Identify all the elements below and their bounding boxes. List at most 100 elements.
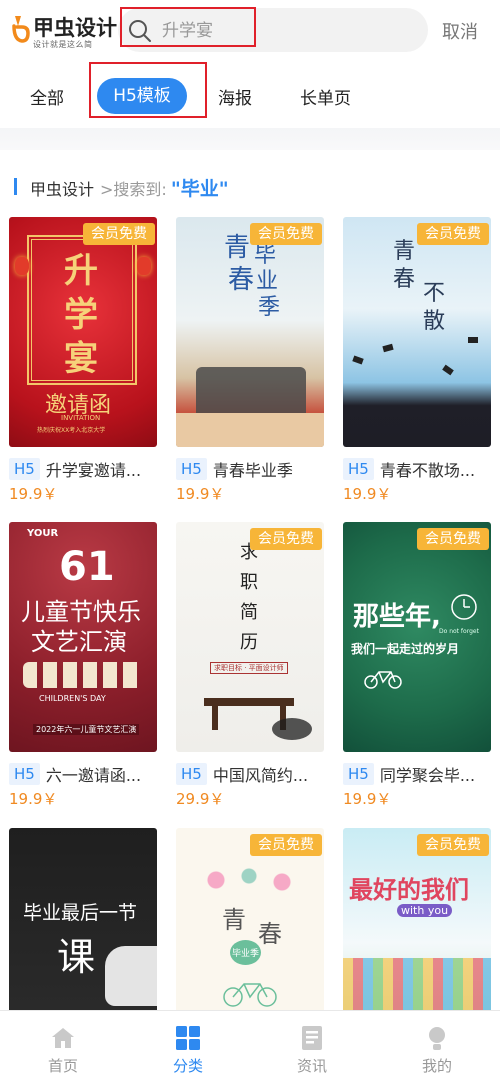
logo-name: 甲虫设计 <box>33 16 117 40</box>
nav-profile[interactable]: 我的 <box>387 1011 487 1082</box>
poster-seal: 毕业季 <box>230 940 262 965</box>
poster-title-char: 职 <box>240 572 258 593</box>
poster-title: 毕业最后一节 <box>23 902 138 924</box>
member-free-badge: 会员免费 <box>250 223 322 245</box>
category-tabs: 全部 海报 长单页 <box>0 62 500 128</box>
app-page: 甲虫设计 设计就是这么简 取消 全部 海报 长单页 H5模板 甲虫设计>搜索到:… <box>0 0 500 1082</box>
poster-caption: INVITATION <box>61 414 101 422</box>
template-meta: H5 同学聚会毕... <box>343 762 500 786</box>
breadcrumb: 甲虫设计 >搜索到: "毕业" <box>30 174 229 201</box>
template-price: 19.9￥ <box>9 790 58 808</box>
poster-caption: CHILDREN'S DAY <box>39 694 106 703</box>
ink-splash <box>272 718 312 740</box>
template-price: 19.9￥ <box>343 485 392 503</box>
poster-title: 那些年, <box>353 602 441 632</box>
nav-profile-label: 我的 <box>421 1057 452 1075</box>
breadcrumb-site[interactable]: 甲虫设计 <box>30 180 94 199</box>
template-meta: H5 青春不散场... <box>343 457 500 481</box>
lantern-icon <box>15 257 29 275</box>
poster-title-char: 春 <box>228 265 255 295</box>
template-price: 19.9￥ <box>176 485 225 503</box>
cap-icon <box>352 355 364 365</box>
cap-icon <box>382 343 394 353</box>
member-free-badge: 会员免费 <box>417 528 489 550</box>
hand-holding-photo <box>176 413 324 447</box>
template-meta: H5 青春毕业季 <box>176 457 336 481</box>
poster-subtitle: 我们一起走过的岁月 <box>351 642 460 656</box>
member-free-badge: 会员免费 <box>83 223 155 245</box>
template-price: 29.9￥ <box>176 790 225 808</box>
lantern-icon <box>137 257 151 275</box>
poster-title-char: 青 <box>222 906 246 934</box>
home-icon <box>52 1028 74 1048</box>
template-title[interactable]: 青春不散场... <box>380 457 475 481</box>
logo[interactable]: 甲虫设计 设计就是这么简 <box>12 12 117 52</box>
colorful-banner <box>343 958 491 1010</box>
nav-news-label: 资讯 <box>296 1057 327 1075</box>
template-meta: H5 中国风简约... <box>176 762 336 786</box>
desk-leg <box>212 706 218 730</box>
logo-slogan: 设计就是这么简 <box>33 40 93 49</box>
poster-title-char: 宴 <box>64 339 98 379</box>
poster-title-char: 季 <box>258 295 281 320</box>
bottom-nav: 首页 分类 资讯 我的 <box>0 1010 500 1082</box>
tab-all[interactable]: 全部 <box>30 84 64 109</box>
search-highlight-outline <box>120 7 256 47</box>
poster-title: 最好的我们 <box>349 876 469 904</box>
tab-long-page[interactable]: 长单页 <box>300 84 351 109</box>
cap-icon <box>468 337 478 343</box>
tab-poster[interactable]: 海报 <box>218 84 252 109</box>
poster-subtitle: with you <box>397 904 453 917</box>
type-tag: H5 <box>343 763 374 785</box>
tab-highlight-outline <box>89 62 207 118</box>
nav-home[interactable]: 首页 <box>13 1011 113 1082</box>
bicycle-icon <box>223 983 277 1007</box>
template-title[interactable]: 同学聚会毕... <box>380 762 475 786</box>
poster-title: 61 <box>59 544 115 590</box>
poster-title-char: 春 <box>393 267 416 292</box>
type-tag: H5 <box>9 458 40 480</box>
member-free-badge: 会员免费 <box>417 834 489 856</box>
floral-wreath <box>194 860 304 900</box>
template-thumbnail[interactable]: 那些年, 我们一起走过的岁月 Do not forget 会员免费 <box>343 522 491 752</box>
desk-top <box>204 698 294 706</box>
template-thumbnail[interactable]: YOUR 61 儿童节快乐 文艺汇演 CHILDREN'S DAY 2022年六… <box>9 522 157 752</box>
breadcrumb-marker <box>14 178 17 195</box>
bicycle-icon <box>364 671 402 689</box>
template-price: 19.9￥ <box>9 485 58 503</box>
type-tag: H5 <box>176 458 207 480</box>
nav-home-label: 首页 <box>47 1057 78 1075</box>
nav-category[interactable]: 分类 <box>138 1011 238 1082</box>
type-tag: H5 <box>176 763 207 785</box>
nav-news[interactable]: 资讯 <box>262 1011 362 1082</box>
news-icon <box>302 1026 322 1050</box>
poster-title-char: 升 <box>64 251 98 291</box>
grid-icon <box>176 1026 200 1050</box>
poster-title: 文艺汇演 <box>31 628 127 656</box>
template-thumbnail[interactable]: 升 学 宴 邀请函 INVITATION 热烈庆祝XX考入北京大学 会员免费 <box>9 217 157 447</box>
type-tag: H5 <box>343 458 374 480</box>
cartoon-children <box>23 662 143 688</box>
section-divider <box>0 128 500 150</box>
poster-caption: Do not forget <box>439 628 479 635</box>
poster-caption: YOUR <box>27 528 59 539</box>
template-title[interactable]: 六一邀请函... <box>46 762 141 786</box>
poster-caption: 求职目标 · 平面设计师 <box>210 662 288 674</box>
poster-title-char: 学 <box>64 295 98 335</box>
poster-title-char: 散 <box>423 309 446 334</box>
hand-with-chalk <box>105 946 157 1006</box>
poster-caption: 2022年六一儿童节文艺汇演 <box>33 724 140 735</box>
template-title[interactable]: 中国风简约... <box>213 762 308 786</box>
template-title[interactable]: 青春毕业季 <box>213 457 293 481</box>
member-free-badge: 会员免费 <box>250 834 322 856</box>
template-price: 19.9￥ <box>343 790 392 808</box>
template-thumbnail[interactable]: 青 春 不 散 会员免费 <box>343 217 491 447</box>
cap-icon <box>442 364 454 376</box>
template-title[interactable]: 升学宴邀请... <box>46 457 141 481</box>
template-thumbnail[interactable]: 青 春 毕 业 季 会员免费 <box>176 217 324 447</box>
member-free-badge: 会员免费 <box>250 528 322 550</box>
logo-mark-icon <box>12 16 30 43</box>
member-free-badge: 会员免费 <box>417 223 489 245</box>
template-thumbnail[interactable]: 求 职 简 历 求职目标 · 平面设计师 会员免费 <box>176 522 324 752</box>
cancel-button[interactable]: 取消 <box>442 18 478 44</box>
